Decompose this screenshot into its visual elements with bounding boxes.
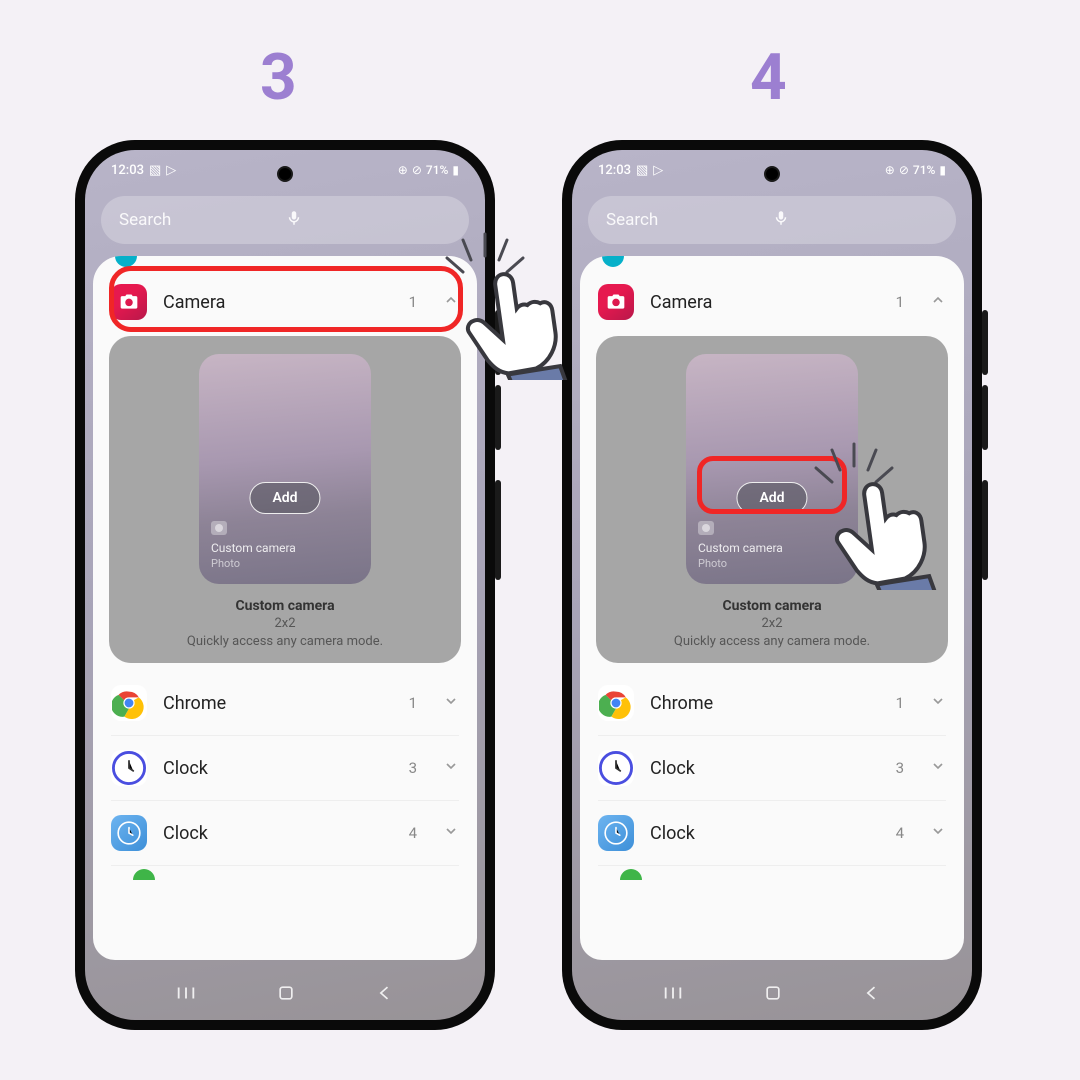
widget-overlay-sub: Photo xyxy=(211,557,359,570)
widget-expand-area: Add Custom camera Photo Custom camera 2x… xyxy=(109,336,461,663)
chevron-down-icon xyxy=(930,693,946,713)
dnd-icon: ⊘ xyxy=(899,163,909,177)
nav-recents-icon[interactable] xyxy=(662,982,684,1008)
phone-step-3: 12:03 ▧ ▷ ⊕ ⊘ 71% ▮ Search xyxy=(75,140,495,1030)
widget-row-chrome[interactable]: Chrome 1 xyxy=(93,671,477,735)
row-label: Clock xyxy=(650,758,880,779)
samsung-clock-icon xyxy=(598,750,634,786)
peek-row xyxy=(580,866,964,880)
chrome-app-icon xyxy=(111,685,147,721)
chevron-up-icon xyxy=(443,292,459,312)
row-label: Clock xyxy=(650,823,880,844)
battery-icon: ▮ xyxy=(939,163,946,177)
widget-desc: Quickly access any camera mode. xyxy=(674,634,870,649)
nav-recents-icon[interactable] xyxy=(175,982,197,1008)
widget-preview[interactable]: Add Custom camera Photo xyxy=(199,354,371,584)
row-label: Clock xyxy=(163,823,393,844)
widget-row-camera[interactable]: Camera 1 xyxy=(580,270,964,334)
nav-home-icon[interactable] xyxy=(276,983,296,1007)
chevron-down-icon xyxy=(930,758,946,778)
widget-row-clock-2[interactable]: Clock 4 xyxy=(580,801,964,865)
widget-panel: Camera 1 Add Custom camera Photo xyxy=(580,256,964,960)
nav-home-icon[interactable] xyxy=(763,983,783,1007)
chevron-up-icon xyxy=(930,292,946,312)
google-clock-icon xyxy=(598,815,634,851)
mic-icon[interactable] xyxy=(772,209,938,232)
nav-back-icon[interactable] xyxy=(862,983,882,1007)
google-clock-icon xyxy=(111,815,147,851)
wifi-icon: ⊕ xyxy=(398,163,408,177)
widget-row-label: Camera xyxy=(650,292,880,313)
chrome-app-icon xyxy=(598,685,634,721)
camera-icon xyxy=(211,521,227,535)
mic-icon[interactable] xyxy=(285,209,451,232)
samsung-clock-icon xyxy=(111,750,147,786)
android-nav-bar xyxy=(85,970,485,1020)
phone-step-4: 12:03 ▧ ▷ ⊕ ⊘ 71% ▮ Search xyxy=(562,140,982,1030)
chevron-down-icon xyxy=(930,823,946,843)
widget-row-label: Camera xyxy=(163,292,393,313)
peek-row xyxy=(93,866,477,880)
camera-icon xyxy=(698,521,714,535)
widget-desc: Quickly access any camera mode. xyxy=(187,634,383,649)
gallery-icon: ▧ xyxy=(636,163,648,178)
row-count: 4 xyxy=(409,824,417,842)
widget-overlay-title: Custom camera xyxy=(698,541,846,555)
step-number-4: 4 xyxy=(750,40,787,115)
widget-search-input[interactable]: Search xyxy=(588,196,956,244)
camera-app-icon xyxy=(111,284,147,320)
battery-icon: ▮ xyxy=(452,163,459,177)
search-placeholder: Search xyxy=(119,210,285,230)
row-count: 4 xyxy=(896,824,904,842)
widget-expand-area: Add Custom camera Photo Custom camera 2x… xyxy=(596,336,948,663)
chevron-down-icon xyxy=(443,823,459,843)
row-label: Chrome xyxy=(650,693,880,714)
step-number-3: 3 xyxy=(260,40,297,115)
widget-overlay-sub: Photo xyxy=(698,557,846,570)
camera-app-icon xyxy=(598,284,634,320)
widget-row-clock-1[interactable]: Clock 3 xyxy=(93,736,477,800)
widget-title: Custom camera xyxy=(722,598,821,614)
widget-size: 2x2 xyxy=(761,616,782,631)
android-nav-bar xyxy=(572,970,972,1020)
row-count: 3 xyxy=(896,759,904,777)
row-count: 1 xyxy=(896,694,904,712)
widget-title: Custom camera xyxy=(235,598,334,614)
nav-back-icon[interactable] xyxy=(375,983,395,1007)
widget-size: 2x2 xyxy=(274,616,295,631)
widget-row-camera[interactable]: Camera 1 xyxy=(93,270,477,334)
widget-row-clock-1[interactable]: Clock 3 xyxy=(580,736,964,800)
battery-pct: 71% xyxy=(913,163,935,177)
play-icon: ▷ xyxy=(653,163,663,178)
chevron-down-icon xyxy=(443,693,459,713)
chevron-down-icon xyxy=(443,758,459,778)
battery-pct: 71% xyxy=(426,163,448,177)
widget-overlay-title: Custom camera xyxy=(211,541,359,555)
wifi-icon: ⊕ xyxy=(885,163,895,177)
row-label: Chrome xyxy=(163,693,393,714)
widget-row-count: 1 xyxy=(409,293,417,311)
row-count: 1 xyxy=(409,694,417,712)
search-placeholder: Search xyxy=(606,210,772,230)
widget-panel: Camera 1 Add Custom camera Photo xyxy=(93,256,477,960)
widget-row-chrome[interactable]: Chrome 1 xyxy=(580,671,964,735)
front-camera-hole xyxy=(277,166,293,182)
widget-row-count: 1 xyxy=(896,293,904,311)
widget-search-input[interactable]: Search xyxy=(101,196,469,244)
gallery-icon: ▧ xyxy=(149,163,161,178)
row-label: Clock xyxy=(163,758,393,779)
dnd-icon: ⊘ xyxy=(412,163,422,177)
row-count: 3 xyxy=(409,759,417,777)
widget-preview[interactable]: Add Custom camera Photo xyxy=(686,354,858,584)
widget-row-clock-2[interactable]: Clock 4 xyxy=(93,801,477,865)
front-camera-hole xyxy=(764,166,780,182)
status-time: 12:03 xyxy=(111,163,144,178)
play-icon: ▷ xyxy=(166,163,176,178)
status-time: 12:03 xyxy=(598,163,631,178)
